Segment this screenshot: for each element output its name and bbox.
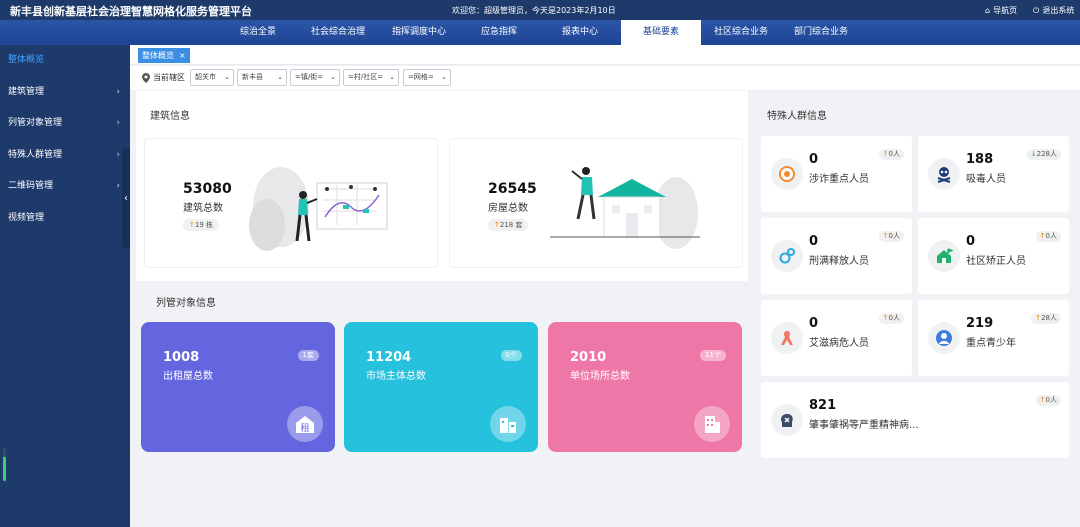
chevron-down-icon: ⌄ (330, 73, 336, 81)
building-section-title: 建筑信息 (150, 111, 190, 122)
chevron-down-icon: ⌄ (389, 73, 395, 81)
level-indicator (3, 447, 6, 481)
special-section-title: 特殊人群信息 (767, 111, 827, 122)
correction-card[interactable]: 0 社区矫正人员 ↑0人 (918, 218, 1069, 294)
nav-item[interactable]: 社会综合治理 (302, 20, 374, 45)
tab-overview[interactable]: 整体概览 × (138, 48, 190, 63)
house-flag-icon (928, 240, 960, 272)
nav-item[interactable]: 综治全景 (222, 20, 294, 45)
nav-item-active[interactable]: 基础要素 (621, 20, 701, 45)
filter-bar: 当前辖区 韶关市 ⌄ 新丰县 ⌄ =镇/街= ⌄ =村/社区= ⌄ =网格= ⌄ (130, 66, 1080, 90)
region-label: 当前辖区 (142, 72, 185, 83)
chevron-right-icon: › (116, 87, 120, 97)
sidebar-collapse-toggle[interactable]: ‹ (122, 148, 130, 248)
sidebar: 整体概览 建筑管理 › 列管对象管理 › 特殊人群管理 › 二维码管理 › 视频管理 (0, 45, 130, 527)
logout-link[interactable]: ⏻ 退出系统 (1033, 5, 1074, 16)
sidebar-item-managed[interactable]: 列管对象管理 › (0, 108, 130, 138)
nav-item[interactable]: 社区综合业务 (704, 20, 778, 45)
grid-select[interactable]: =网格= ⌄ (403, 69, 451, 86)
home-icon: ⌂ (985, 6, 991, 15)
svg-text:租: 租 (300, 423, 309, 434)
nav-item[interactable]: 指挥调度中心 (382, 20, 456, 45)
market-card[interactable]: 11204 市场主体总数 0个 (344, 322, 538, 452)
rental-card[interactable]: 1008 出租屋总数 1套 租 (141, 322, 335, 452)
skull-icon (928, 158, 960, 190)
nav-item[interactable]: 部门综合业务 (784, 20, 858, 45)
sidebar-item-building[interactable]: 建筑管理 › (0, 77, 130, 107)
sidebar-item-overview[interactable]: 整体概览 (0, 45, 130, 75)
main-nav: 综治全景 社会综合治理 指挥调度中心 应急指挥 报表中心 基础要素 社区综合业务… (0, 20, 1080, 45)
unit-card[interactable]: 2010 单位场所总数 11个 (548, 322, 742, 452)
village-select[interactable]: =村/社区= ⌄ (343, 69, 399, 86)
sidebar-item-special[interactable]: 特殊人群管理 › (0, 140, 130, 170)
city-select[interactable]: 韶关市 ⌄ (190, 69, 234, 86)
rental-badge: 1套 (297, 350, 319, 361)
welcome-text: 欢迎您：超级管理员，今天是2023年2月10日 (452, 6, 616, 15)
head-icon (771, 404, 803, 436)
market-badge: 0个 (500, 350, 522, 361)
chevron-right-icon: › (116, 150, 120, 160)
fraud-card[interactable]: 0 涉诈重点人员 ↑0人 (761, 136, 912, 212)
unit-badge: 11个 (700, 350, 726, 361)
sidebar-item-qrcode[interactable]: 二维码管理 › (0, 171, 130, 201)
home-link[interactable]: ⌂ 导航页 (985, 5, 1017, 16)
nav-item[interactable]: 应急指挥 (462, 20, 536, 45)
ribbon-icon (771, 322, 803, 354)
released-card[interactable]: 0 刑满释放人员 ↑0人 (761, 218, 912, 294)
chevron-down-icon: ⌄ (441, 73, 447, 81)
house-illustration (550, 167, 700, 249)
nav-item[interactable]: 报表中心 (542, 20, 618, 45)
town-select[interactable]: =镇/街= ⌄ (290, 69, 340, 86)
aids-card[interactable]: 0 艾滋病危人员 ↑0人 (761, 300, 912, 376)
youth-card[interactable]: 219 重点青少年 ↑28人 (918, 300, 1069, 376)
house-total-card[interactable]: 26545 房屋总数 ↑218 套 (449, 138, 743, 268)
main-content: 建筑信息 53080 建筑总数 ↑19 栋 26545 房屋总数 ↑218 套 (130, 91, 1080, 527)
location-pin-icon (142, 72, 150, 83)
tab-bar: 整体概览 × (130, 45, 1080, 65)
app-title: 新丰县创新基层社会治理智慧网格化服务管理平台 (10, 5, 252, 18)
phone-signal-icon (771, 158, 803, 190)
building-total-card[interactable]: 53080 建筑总数 ↑19 栋 (144, 138, 438, 268)
drug-card[interactable]: 188 吸毒人员 ↓228人 (918, 136, 1069, 212)
building-illustration (249, 167, 388, 251)
mental-card[interactable]: 821 肇事肇祸等严重精神病... ↑0人 (761, 382, 1069, 458)
county-select[interactable]: 新丰县 ⌄ (237, 69, 287, 86)
chevron-down-icon: ⌄ (224, 73, 230, 81)
close-icon[interactable]: × (179, 48, 186, 63)
power-icon: ⏻ (1033, 5, 1040, 15)
handcuffs-icon (771, 240, 803, 272)
sidebar-item-video[interactable]: 视频管理 (0, 203, 130, 233)
person-icon (928, 322, 960, 354)
market-building-icon (490, 406, 526, 442)
managed-section-title: 列管对象信息 (156, 298, 216, 309)
chevron-down-icon: ⌄ (277, 73, 283, 81)
office-building-icon (694, 406, 730, 442)
top-bar: 新丰县创新基层社会治理智慧网格化服务管理平台 欢迎您：超级管理员，今天是2023… (0, 0, 1080, 20)
chevron-right-icon: › (116, 118, 120, 128)
chevron-left-icon: ‹ (124, 192, 128, 204)
rental-house-icon: 租 (287, 406, 323, 442)
chevron-right-icon: › (116, 181, 120, 191)
